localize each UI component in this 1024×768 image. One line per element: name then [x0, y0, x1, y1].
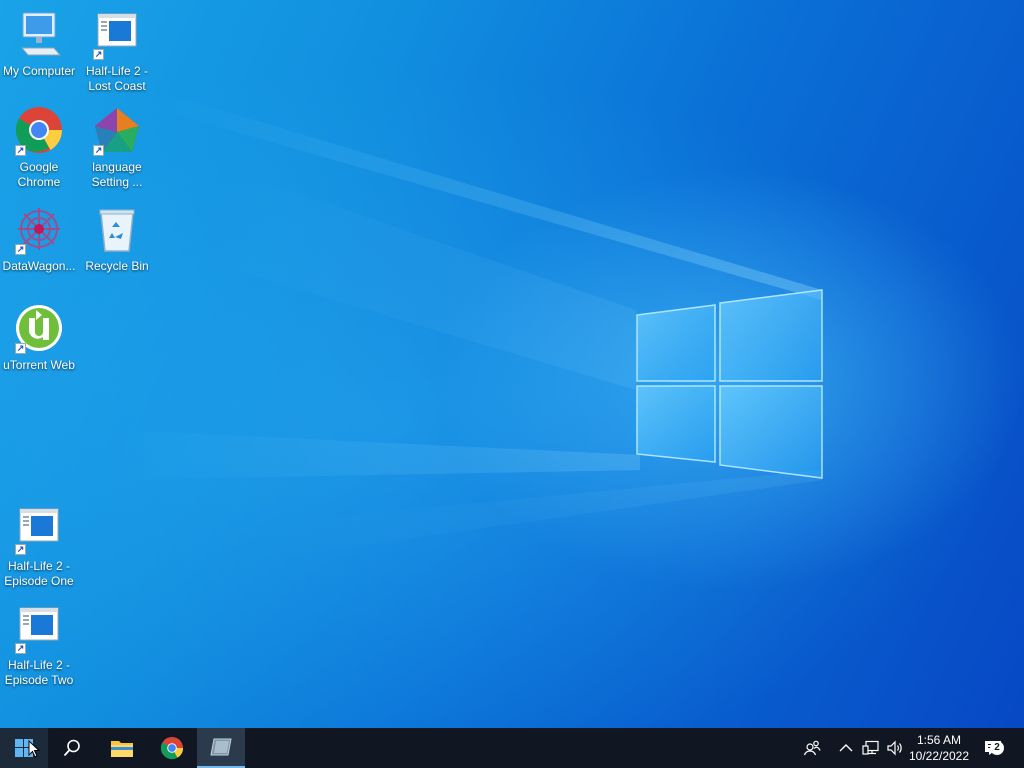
- chrome-icon: [160, 736, 184, 760]
- search-button[interactable]: [48, 728, 96, 768]
- game-window-icon: ↗: [14, 604, 64, 654]
- search-icon: [63, 739, 80, 757]
- shortcut-arrow-icon: ↗: [15, 643, 26, 654]
- desktop-icon-utorrent-web[interactable]: ↗ uTorrent Web: [0, 304, 78, 373]
- shortcut-arrow-icon: ↗: [15, 343, 26, 354]
- shortcut-arrow-icon: ↗: [15, 544, 26, 555]
- people-icon: [803, 740, 821, 756]
- taskbar-chrome[interactable]: [148, 728, 196, 768]
- taskbar-file-explorer[interactable]: [98, 728, 146, 768]
- desktop-icon-recycle-bin[interactable]: Recycle Bin: [78, 205, 156, 274]
- game-window-icon: ↗: [14, 505, 64, 555]
- desktop-icon-label: Half-Life 2 - Episode Two: [4, 658, 74, 687]
- game-window-icon: ↗: [92, 10, 142, 60]
- language-setting-icon: ↗: [92, 106, 142, 156]
- desktop-icon-my-computer[interactable]: My Computer: [0, 10, 78, 79]
- desktop-icon-google-chrome[interactable]: ↗ Google Chrome: [0, 106, 78, 190]
- desktop-icon-half-life-2-episode-one[interactable]: ↗ Half-Life 2 - Episode One: [0, 505, 78, 589]
- clock-time: 1:56 AM: [916, 733, 962, 747]
- desktop-icon-label: My Computer: [2, 64, 76, 78]
- volume-button[interactable]: [884, 728, 906, 768]
- chrome-icon: ↗: [14, 106, 64, 156]
- desktop-icon-datawagon[interactable]: ↗ DataWagon...: [0, 205, 78, 274]
- desktop-icon-label: language Setting ...: [91, 160, 143, 189]
- desktop-icon-label: Google Chrome: [17, 160, 61, 189]
- start-button[interactable]: [0, 728, 48, 768]
- datawagon-icon: ↗: [14, 205, 64, 255]
- shortcut-arrow-icon: ↗: [15, 244, 26, 255]
- chevron-up-icon: [839, 744, 853, 752]
- app-window-icon: [210, 738, 232, 756]
- shortcut-arrow-icon: ↗: [93, 145, 104, 156]
- clock[interactable]: 1:56 AM 10/22/2022: [904, 728, 974, 768]
- people-button[interactable]: [798, 728, 826, 768]
- clock-date: 10/22/2022: [908, 749, 970, 763]
- taskbar: 1:56 AM 10/22/2022 2: [0, 728, 1024, 768]
- mouse-cursor-icon: [28, 740, 40, 758]
- desktop-icon-label: uTorrent Web: [3, 358, 75, 372]
- show-hidden-icons-button[interactable]: [836, 728, 856, 768]
- network-icon: [862, 740, 879, 755]
- shortcut-arrow-icon: ↗: [93, 49, 104, 60]
- file-explorer-icon: [111, 741, 133, 757]
- taskbar-active-app[interactable]: [197, 728, 245, 768]
- desktop-icon-label: DataWagon...: [2, 259, 76, 273]
- recycle-bin-icon: [92, 205, 142, 255]
- computer-icon: [14, 10, 64, 60]
- desktop-icon-half-life-2-lost-coast[interactable]: ↗ Half-Life 2 - Lost Coast: [78, 10, 156, 94]
- desktop-icon-language-setting[interactable]: ↗ language Setting ...: [78, 106, 156, 190]
- desktop-icon-label: Recycle Bin: [85, 259, 149, 273]
- desktop-icon-label: Half-Life 2 - Episode One: [4, 559, 74, 588]
- desktop-icon-label: Half-Life 2 - Lost Coast: [85, 64, 149, 93]
- shortcut-arrow-icon: ↗: [15, 145, 26, 156]
- volume-icon: [887, 740, 902, 756]
- notification-count-badge: 2: [990, 741, 1004, 755]
- network-button[interactable]: [860, 728, 882, 768]
- desktop-icon-half-life-2-episode-two[interactable]: ↗ Half-Life 2 - Episode Two: [0, 604, 78, 688]
- windows-logo-wallpaper: [636, 289, 823, 479]
- action-center-button[interactable]: 2: [978, 728, 1008, 768]
- utorrent-icon: ↗: [14, 304, 64, 354]
